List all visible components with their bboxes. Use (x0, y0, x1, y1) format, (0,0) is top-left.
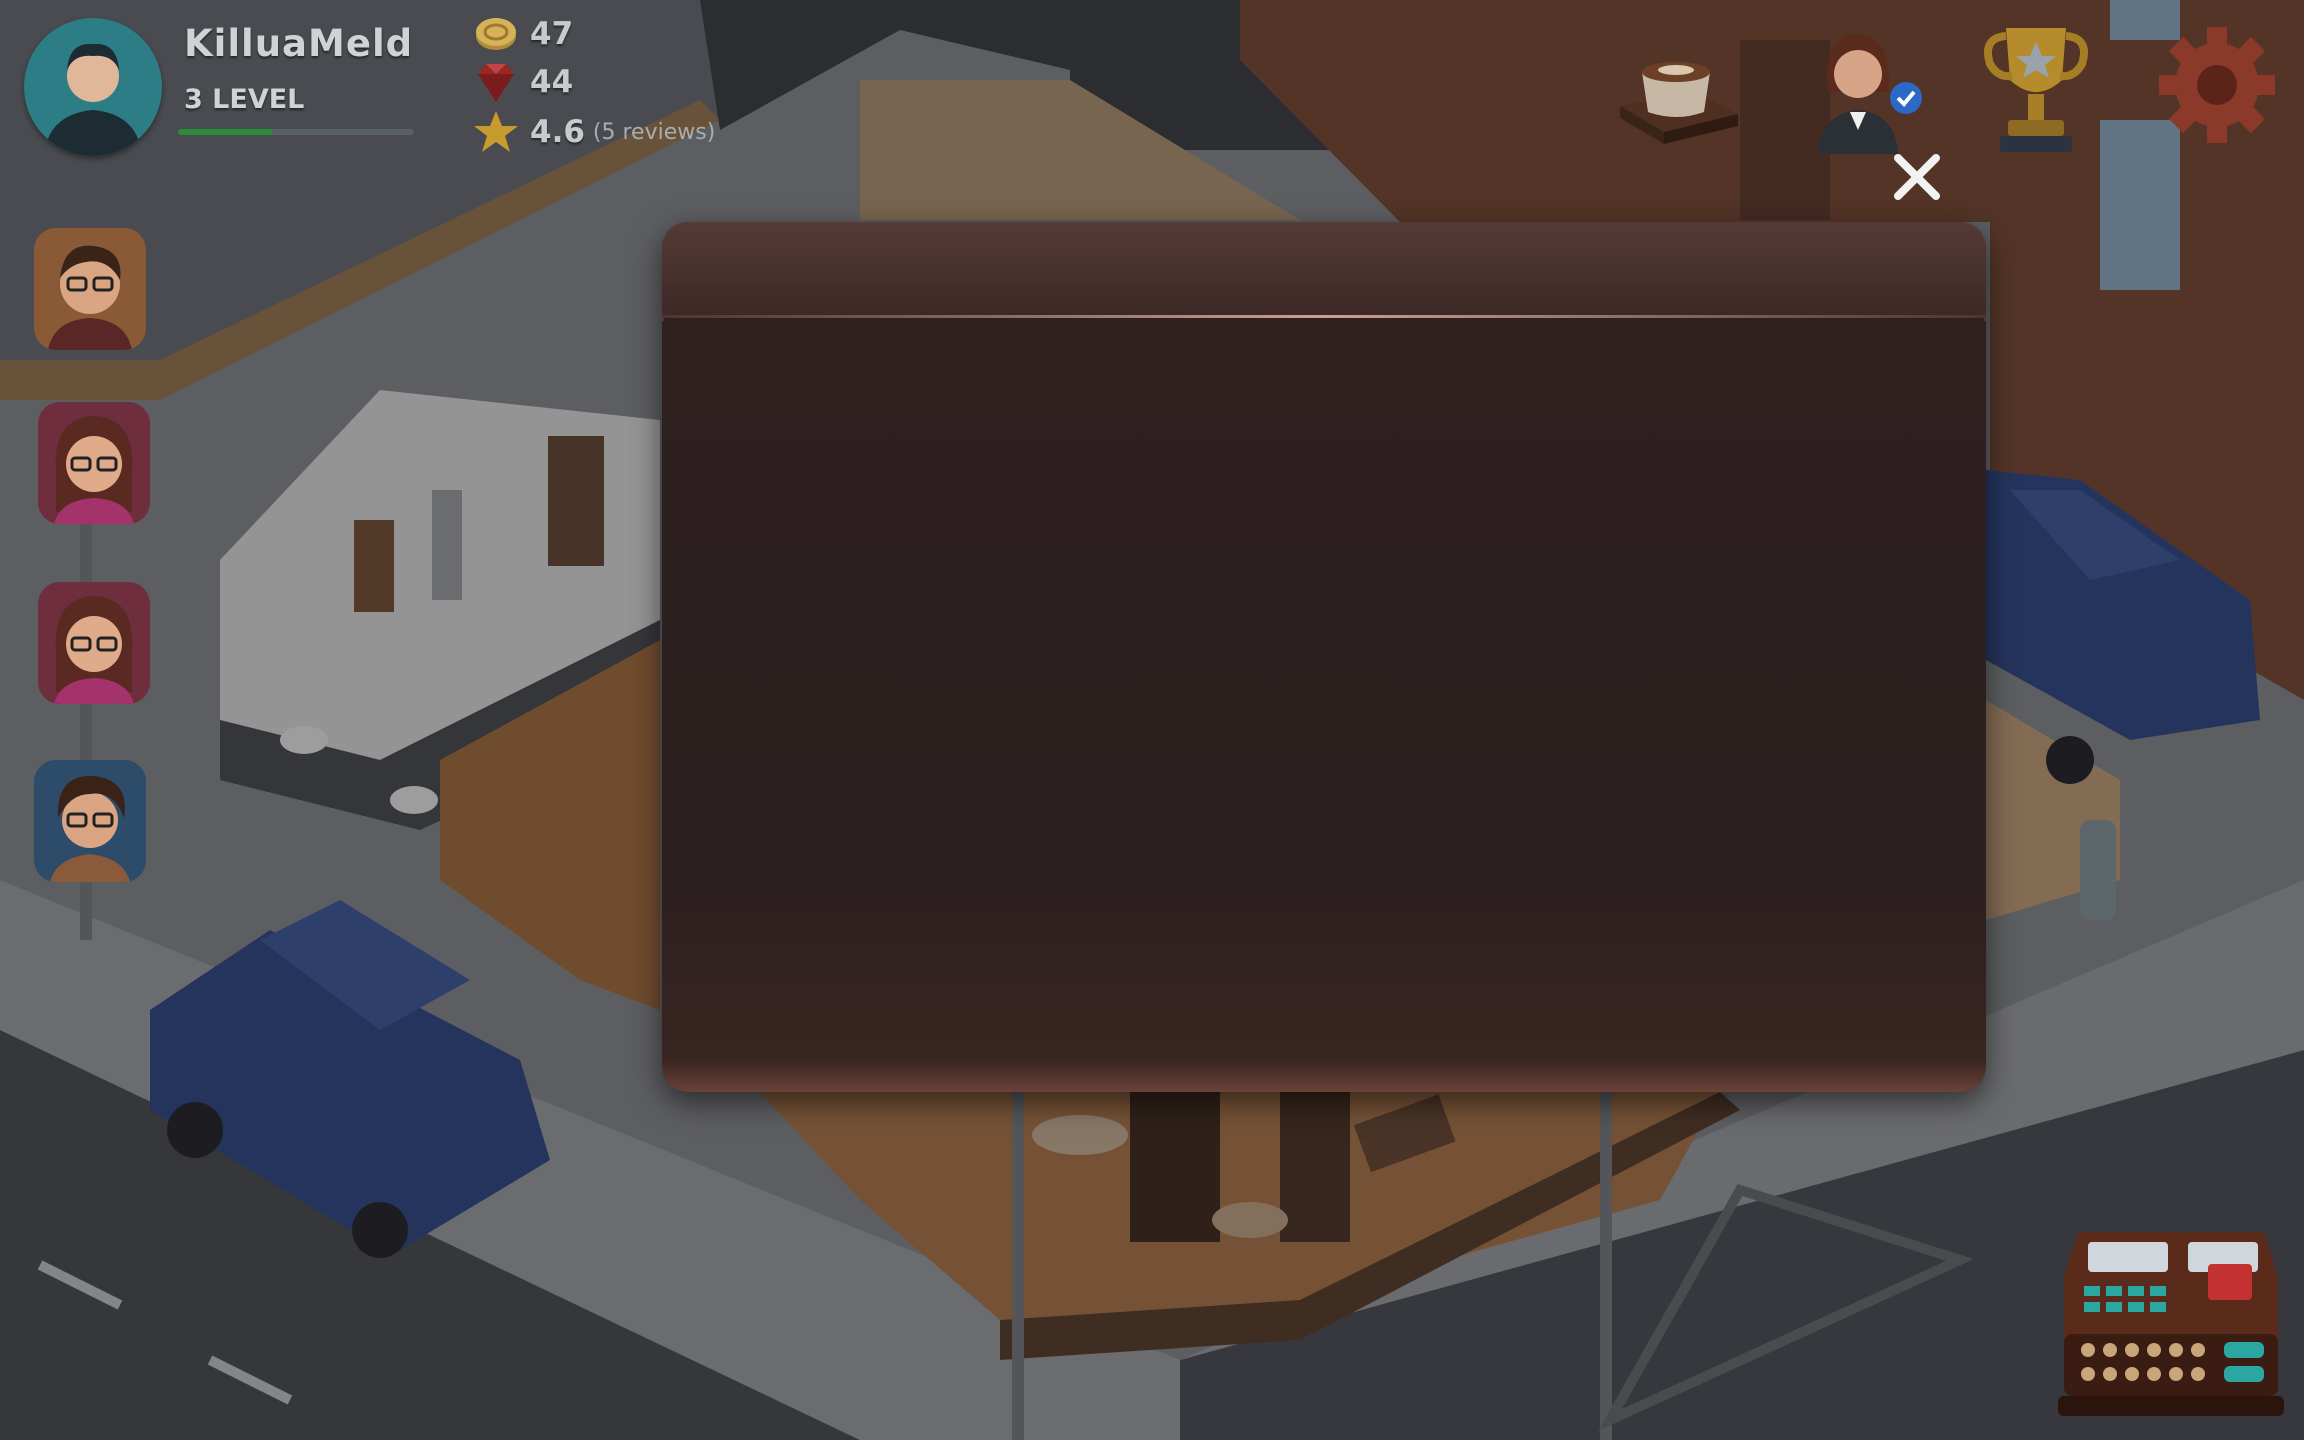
player-name: KilluaMeld (184, 22, 414, 65)
coins-stat: 47 (472, 10, 573, 58)
customer-card-4[interactable] (34, 760, 146, 882)
gems-value: 44 (530, 64, 574, 100)
xp-progress-bar (178, 129, 414, 135)
customer-card-2[interactable] (38, 402, 150, 524)
dialog-body (662, 321, 1986, 1092)
rating-value: 4.6 (530, 114, 585, 150)
close-icon (1894, 154, 1940, 200)
trophy-icon (1984, 28, 2088, 152)
modal-dialog (662, 222, 1986, 1092)
player-silhouette-icon (44, 43, 142, 156)
customer-woman-glasses-icon (38, 582, 150, 704)
manager-button[interactable] (1802, 22, 1928, 154)
settings-gear-icon (2159, 27, 2275, 143)
dialog-bottom-edge (662, 1060, 1986, 1092)
ruby-gem-icon (478, 64, 514, 102)
customer-man-glasses-icon (34, 228, 146, 350)
customer-boy-glasses-icon (34, 760, 146, 882)
customer-card-3[interactable] (38, 582, 150, 704)
reviews-count: (5 reviews) (592, 119, 716, 145)
dialog-header (662, 222, 1986, 318)
player-avatar[interactable] (24, 18, 162, 156)
achievements-button[interactable] (1976, 20, 2096, 156)
player-level: 3 LEVEL (184, 84, 305, 115)
cash-register-icon (2058, 1232, 2284, 1416)
gems-stat: 44 (472, 58, 573, 106)
star-icon (474, 111, 518, 152)
coins-value: 47 (530, 16, 574, 52)
coffee-cup-icon (1620, 62, 1738, 144)
cash-register-button[interactable] (2058, 1216, 2284, 1418)
coffee-menu-button[interactable] (1614, 40, 1744, 150)
customer-woman-glasses-icon (38, 402, 150, 524)
coin-icon (476, 18, 516, 50)
dialog-close-button[interactable] (1892, 152, 1942, 202)
xp-progress-fill (178, 129, 273, 135)
customer-card-1[interactable] (34, 228, 146, 350)
rating-stat: 4.6 (5 reviews) (472, 108, 715, 156)
settings-button[interactable] (2154, 20, 2280, 150)
manager-icon (1818, 34, 1922, 154)
